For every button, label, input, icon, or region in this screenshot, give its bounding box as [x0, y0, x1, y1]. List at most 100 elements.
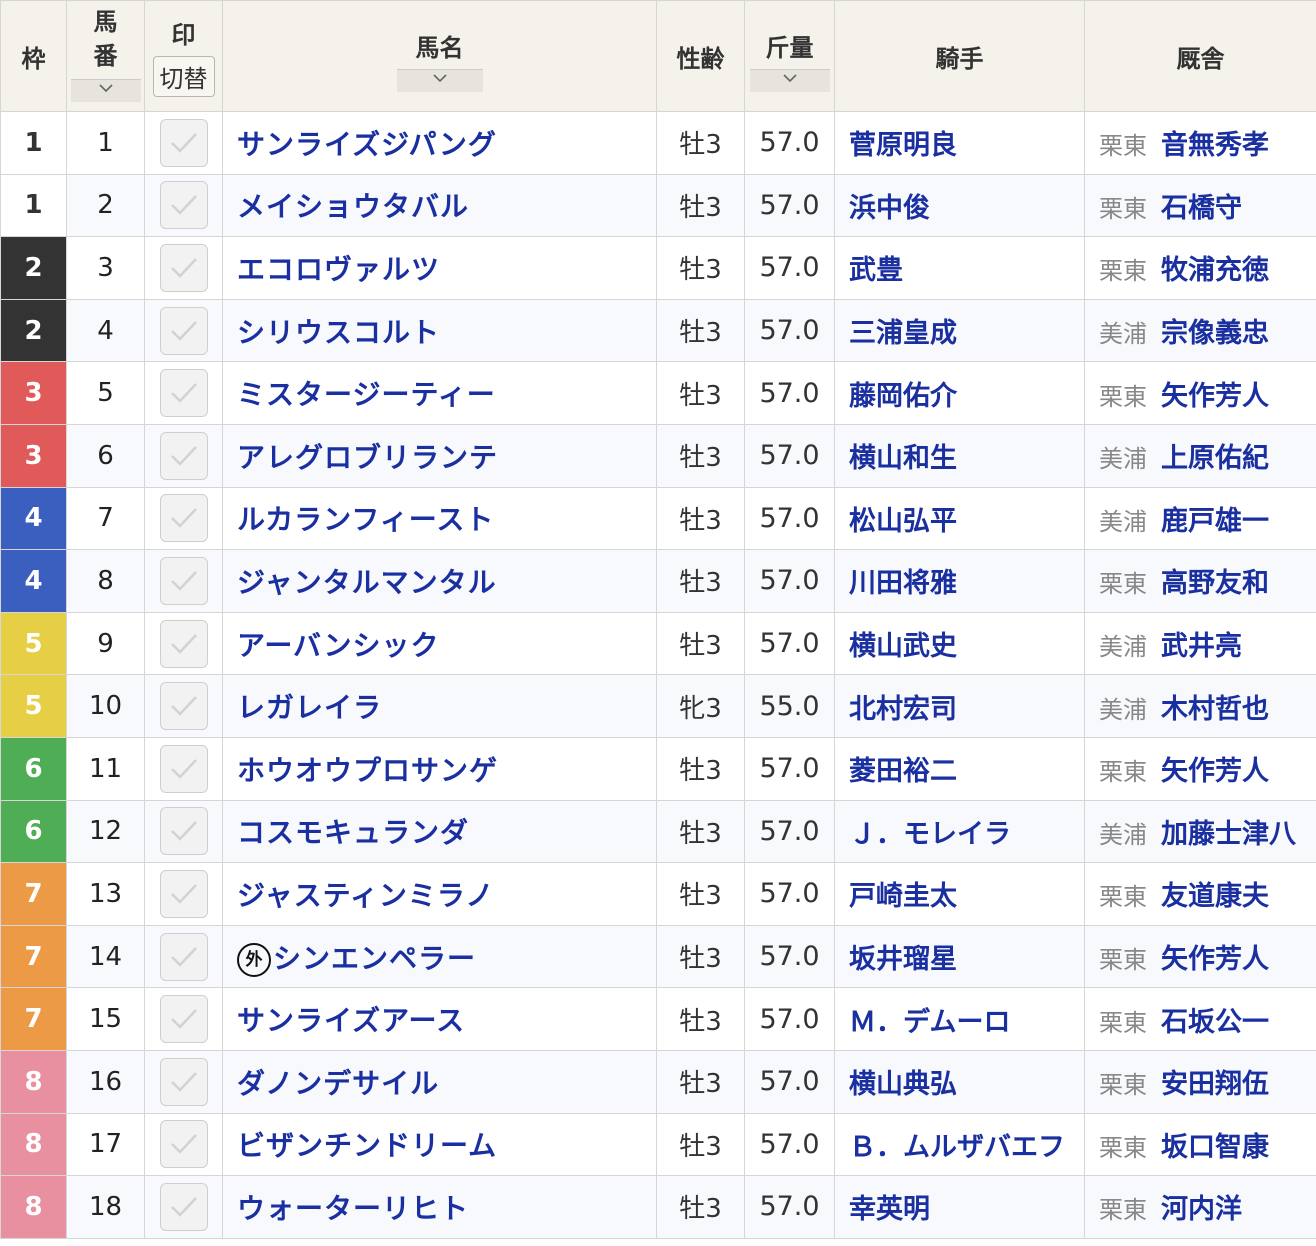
horse-name-link[interactable]: ジャンタルマンタル	[222, 549, 657, 613]
mark-checkbox[interactable]	[159, 1120, 208, 1169]
trainer-link[interactable]: 友道康夫	[1161, 881, 1269, 912]
mark-checkbox[interactable]	[159, 1182, 208, 1231]
mark-checkbox[interactable]	[159, 118, 208, 167]
trainer-link[interactable]: 牧浦充徳	[1161, 255, 1269, 286]
horse-name-link[interactable]: ウォーターリヒト	[222, 1175, 657, 1239]
jockey-link[interactable]: Ｊ．モレイラ	[834, 799, 1085, 864]
trainer-link[interactable]: 安田翔伍	[1161, 1069, 1269, 1100]
trainer-link[interactable]: 河内洋	[1161, 1194, 1242, 1225]
horse-name-link[interactable]: サンライズジパング	[222, 111, 657, 175]
horse-name-link[interactable]: ビザンチンドリーム	[222, 1112, 657, 1177]
horse-name-link[interactable]: アレグロブリランテ	[222, 423, 657, 488]
sex-age: 牡3	[656, 736, 745, 801]
mark-checkbox[interactable]	[159, 869, 208, 918]
jockey-link[interactable]: 川田将雅	[834, 549, 1085, 613]
jockey-link[interactable]: 浜中俊	[834, 173, 1085, 238]
horse-number: 14	[66, 924, 145, 989]
mark-checkbox[interactable]	[159, 431, 208, 480]
horse-name-link[interactable]: ホウオウプロサンゲ	[222, 736, 657, 801]
horse-name-link[interactable]: エコロヴァルツ	[222, 236, 657, 300]
jockey-link[interactable]: 菅原明良	[834, 111, 1085, 175]
mark-checkbox[interactable]	[159, 744, 208, 793]
mark-checkbox[interactable]	[159, 494, 208, 543]
mark-checkbox[interactable]	[159, 932, 208, 981]
sex-age: 牡3	[656, 799, 745, 864]
horse-number: 4	[66, 298, 145, 363]
horse-name-link[interactable]: アーバンシック	[222, 611, 657, 676]
trainer-link[interactable]: 上原佑紀	[1161, 443, 1269, 474]
trainer-link[interactable]: 加藤士津八	[1161, 819, 1296, 850]
jockey-link[interactable]: 戸崎圭太	[834, 862, 1085, 926]
jockey-link[interactable]: 坂井瑠星	[834, 924, 1085, 989]
jockey-link[interactable]: 幸英明	[834, 1175, 1085, 1239]
horse-name-link[interactable]: レガレイラ	[222, 674, 657, 738]
mark-switch-button[interactable]: 切替	[152, 56, 215, 97]
jockey-link[interactable]: 横山武史	[834, 611, 1085, 676]
jockey-link[interactable]: Ｂ．ムルザバエフ	[834, 1112, 1085, 1177]
trainer-link[interactable]: 鹿戸雄一	[1161, 506, 1269, 537]
jockey-link[interactable]: 横山和生	[834, 423, 1085, 488]
carried-weight: 57.0	[744, 173, 835, 238]
header-umaban[interactable]: 馬番	[66, 0, 145, 112]
trainer-link[interactable]: 音無秀孝	[1161, 130, 1269, 161]
horse-name-link[interactable]: ルカランフィースト	[222, 486, 657, 551]
mark-checkbox[interactable]	[159, 369, 208, 418]
mark-checkbox[interactable]	[159, 995, 208, 1044]
mark-checkbox[interactable]	[159, 807, 208, 856]
trainer-link[interactable]: 矢作芳人	[1161, 756, 1269, 787]
trainer-link[interactable]: 石坂公一	[1161, 1007, 1269, 1038]
horse-name-link[interactable]: コスモキュランダ	[222, 799, 657, 864]
trainer-link[interactable]: 石橋守	[1161, 193, 1242, 224]
horse-name-link[interactable]: ダノンデサイル	[222, 1049, 657, 1114]
trainer-link[interactable]: 坂口智康	[1161, 1132, 1269, 1163]
trainer-link[interactable]: 高野友和	[1161, 568, 1269, 599]
jockey-link[interactable]: 武豊	[834, 236, 1085, 300]
jockey-link[interactable]: 松山弘平	[834, 486, 1085, 551]
horse-name-link[interactable]: メイショウタバル	[222, 173, 657, 238]
jockey-link[interactable]: 菱田裕二	[834, 736, 1085, 801]
sex-age: 牡3	[656, 1175, 745, 1239]
mark-checkbox[interactable]	[159, 619, 208, 668]
mark-checkbox[interactable]	[159, 682, 208, 731]
waku-number: 1	[0, 173, 67, 238]
horse-name-link[interactable]: 外シンエンペラー	[222, 924, 657, 989]
sort-weight-button[interactable]	[749, 69, 830, 92]
sort-horse-name-button[interactable]	[396, 69, 483, 92]
waku-number: 7	[0, 987, 67, 1051]
trainer-link[interactable]: 武井亮	[1161, 631, 1242, 662]
stable-cell: 美浦 宗像義忠	[1084, 298, 1316, 363]
horse-number: 16	[66, 1049, 145, 1114]
trainer-link[interactable]: 矢作芳人	[1161, 944, 1269, 975]
mark-checkbox[interactable]	[159, 243, 208, 292]
sort-umaban-button[interactable]	[70, 78, 141, 102]
trainer-link[interactable]: 木村哲也	[1161, 694, 1269, 725]
mark-cell	[144, 1112, 223, 1177]
jockey-link[interactable]: 三浦皇成	[834, 298, 1085, 363]
stable-cell: 栗東 矢作芳人	[1084, 736, 1316, 801]
header-horse-name[interactable]: 馬名	[222, 0, 657, 112]
jockey-link[interactable]: 横山典弘	[834, 1049, 1085, 1114]
header-weight[interactable]: 斤量	[744, 0, 835, 112]
jockey-link[interactable]: 北村宏司	[834, 674, 1085, 738]
mark-checkbox[interactable]	[159, 306, 208, 355]
horse-number: 3	[66, 236, 145, 300]
sex-age: 牡3	[656, 236, 745, 300]
horse-name-link[interactable]: ジャスティンミラノ	[222, 862, 657, 926]
horse-name-link[interactable]: サンライズアース	[222, 987, 657, 1051]
mark-checkbox[interactable]	[159, 181, 208, 230]
check-icon	[170, 383, 197, 403]
mark-checkbox[interactable]	[159, 1057, 208, 1106]
jockey-link[interactable]: 藤岡佑介	[834, 361, 1085, 425]
horse-name-link[interactable]: ミスタージーティー	[222, 361, 657, 425]
waku-number: 5	[0, 674, 67, 738]
jockey-link[interactable]: Ｍ．デムーロ	[834, 987, 1085, 1051]
horse-name-link[interactable]: シリウスコルト	[222, 298, 657, 363]
table-row: 6 12 コスモキュランダ 牡3 57.0 Ｊ．モレイラ 美浦 加藤士津八	[0, 799, 1316, 864]
trainer-link[interactable]: 宗像義忠	[1161, 318, 1269, 349]
mark-checkbox[interactable]	[159, 556, 208, 605]
trainer-link[interactable]: 矢作芳人	[1161, 381, 1269, 412]
carried-weight: 57.0	[744, 1175, 835, 1239]
check-icon	[170, 696, 197, 716]
stable-region: 栗東	[1099, 1133, 1147, 1162]
mark-cell	[144, 736, 223, 801]
